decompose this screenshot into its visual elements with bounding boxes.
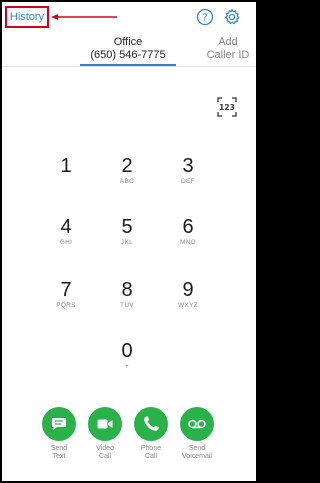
key-8[interactable]: 8 TUV [97, 279, 157, 319]
key-letters: JKL [120, 239, 134, 246]
action-label-line1: Send [188, 445, 206, 452]
tab-divider [2, 66, 256, 67]
action-label-line2: Call [144, 453, 158, 460]
help-icon[interactable]: ? [196, 8, 214, 26]
key-letters: WXYZ [178, 302, 198, 309]
video-icon [88, 407, 122, 441]
key-digit: 1 [60, 155, 72, 177]
key-4[interactable]: 4 GHI [36, 216, 96, 256]
key-1[interactable]: 1 [36, 155, 96, 195]
add-caller-id-line1: Add [218, 36, 238, 48]
svg-text:?: ? [202, 13, 207, 24]
key-letters: PQRS [56, 302, 76, 309]
action-label-line2: Call [98, 453, 112, 460]
key-letters: MNO [179, 239, 197, 246]
key-6[interactable]: 6 MNO [158, 216, 218, 256]
office-label: Office [113, 36, 143, 48]
add-caller-id-line2: Caller ID [206, 49, 250, 61]
key-7[interactable]: 7 PQRS [36, 279, 96, 319]
key-letters: ABC [119, 178, 135, 185]
phone-icon [134, 407, 168, 441]
key-letters: GHI [59, 239, 73, 246]
action-label-line1: Send [50, 445, 68, 452]
send-text-button[interactable]: Send Text [39, 407, 79, 461]
key-digit: 7 [60, 279, 72, 301]
action-label-line1: Video [96, 445, 114, 452]
key-5[interactable]: 5 JKL [97, 216, 157, 256]
history-button[interactable]: History [5, 6, 49, 28]
office-number: (650) 546-7775 [90, 49, 166, 61]
key-2[interactable]: 2 ABC [97, 155, 157, 195]
key-digit: 3 [182, 155, 194, 177]
key-digit: 5 [121, 216, 133, 238]
keypad-123-icon[interactable]: 123 [217, 97, 237, 117]
action-label-line2: Text [52, 453, 66, 460]
phone-call-button[interactable]: Phone Call [131, 407, 171, 461]
key-digit: 9 [182, 279, 194, 301]
key-digit: 8 [121, 279, 133, 301]
key-digit: 6 [182, 216, 194, 238]
action-label-line1: Phone [140, 445, 162, 452]
tab-add-caller-id[interactable]: Add Caller ID [200, 36, 256, 66]
key-digit: 2 [121, 155, 133, 177]
send-voicemail-button[interactable]: Send Voicemail [177, 407, 217, 461]
key-0[interactable]: 0 + [97, 340, 157, 380]
key-9[interactable]: 9 WXYZ [158, 279, 218, 319]
key-letters: + [124, 363, 130, 370]
phone-dialer-screen: History ? Office (650) 546-7775 Add Call… [2, 2, 256, 481]
video-call-button[interactable]: Video Call [85, 407, 125, 461]
settings-gear-icon[interactable] [223, 8, 241, 26]
tab-office-caller-id[interactable]: Office (650) 546-7775 [80, 36, 176, 66]
key-3[interactable]: 3 DEF [158, 155, 218, 195]
message-icon [42, 407, 76, 441]
voicemail-icon [180, 407, 214, 441]
key-letters: DEF [181, 178, 195, 185]
key-letters: TUV [120, 302, 134, 309]
action-label-line2: Voicemail [182, 453, 212, 460]
svg-text:123: 123 [219, 103, 235, 112]
annotation-arrow [51, 14, 117, 20]
key-digit: 4 [60, 216, 72, 238]
key-digit: 0 [121, 340, 133, 362]
